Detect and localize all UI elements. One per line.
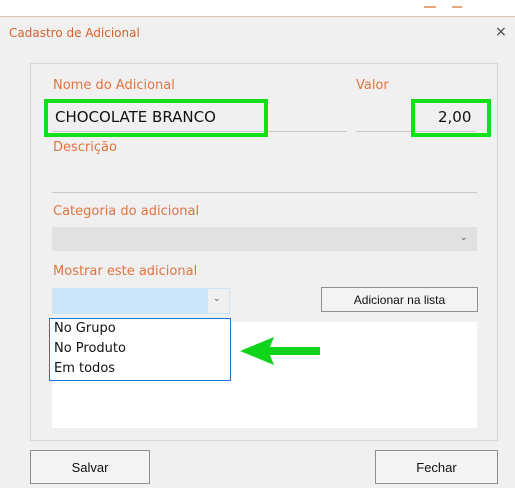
valor-input[interactable]: 2,00	[438, 108, 471, 126]
fechar-button[interactable]: Fechar	[375, 450, 498, 484]
categoria-label: Categoria do adicional	[53, 204, 200, 219]
annotation-arrow-icon	[240, 337, 320, 365]
mostrar-select[interactable]: ⌄	[52, 288, 230, 314]
chevron-down-icon: ⌄	[213, 294, 221, 304]
descricao-label: Descrição	[53, 140, 117, 155]
strip-mark	[424, 6, 436, 8]
strip-mark	[452, 6, 462, 8]
chevron-down-icon: ⌄	[460, 233, 468, 243]
categoria-select[interactable]: ⌄	[52, 227, 477, 251]
dropdown-option-no-produto[interactable]: No Produto	[54, 341, 126, 356]
adicionar-na-lista-button[interactable]: Adicionar na lista	[321, 287, 478, 312]
dropdown-option-no-grupo[interactable]: No Grupo	[54, 321, 116, 336]
descricao-input[interactable]	[52, 192, 477, 193]
valor-label: Valor	[356, 78, 389, 93]
nome-input[interactable]: CHOCOLATE BRANCO	[55, 108, 216, 126]
dropdown-option-em-todos[interactable]: Em todos	[54, 361, 115, 376]
dialog-title: Cadastro de Adicional	[9, 26, 140, 40]
mostrar-dropdown-list: No Grupo No Produto Em todos	[49, 318, 231, 381]
background-window-strip	[0, 0, 515, 17]
mostrar-label: Mostrar este adicional	[53, 264, 198, 279]
mostrar-select-value	[53, 289, 208, 313]
nome-label: Nome do Adicional	[53, 78, 175, 93]
dialog-title-bar: Cadastro de Adicional ×	[0, 17, 515, 49]
close-icon[interactable]: ×	[493, 23, 509, 41]
salvar-button[interactable]: Salvar	[30, 450, 150, 484]
mostrar-select-button: ⌄	[208, 289, 229, 313]
